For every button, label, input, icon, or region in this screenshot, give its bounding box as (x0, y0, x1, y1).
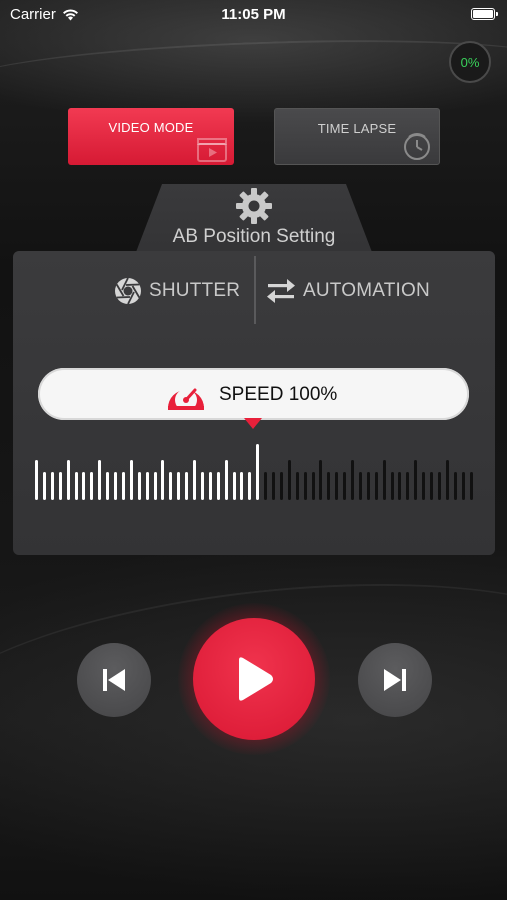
swap-arrows-icon (267, 279, 295, 303)
slider-tick (256, 444, 260, 500)
slider-tick (398, 472, 402, 500)
tab-shutter-label: SHUTTER (149, 280, 241, 301)
slider-tick (287, 460, 291, 500)
slider-tick (303, 472, 307, 500)
slider-tick (295, 472, 299, 500)
slider-tick (224, 460, 228, 500)
speed-readout: SPEED 100% (165, 378, 337, 412)
slider-tick (145, 472, 149, 500)
slider-tick (327, 472, 331, 500)
slider-tick (58, 472, 62, 500)
slider-tick (82, 472, 86, 500)
previous-button[interactable] (77, 643, 151, 717)
slider-tick (272, 472, 275, 500)
shutter-icon (115, 277, 141, 305)
slider-tick (445, 460, 449, 500)
time-lapse-button[interactable]: TIME LAPSE (274, 108, 440, 165)
slider-tick (437, 472, 441, 500)
slider-tick (343, 472, 347, 500)
skip-previous-icon (103, 669, 125, 691)
timer-icon (404, 133, 430, 160)
slider-tick (335, 472, 339, 500)
slider-tick (374, 472, 378, 500)
slider-tick (351, 460, 354, 500)
next-button[interactable] (358, 643, 432, 717)
speed-pointer-icon (244, 418, 262, 429)
slider-tick (137, 472, 141, 500)
slider-tick (469, 472, 473, 500)
slider-tick (414, 460, 418, 500)
slider-tick (358, 472, 362, 500)
slider-tick (264, 472, 268, 500)
slider-tick (74, 472, 78, 500)
slider-tick (114, 472, 117, 500)
video-mode-label: VIDEO MODE (108, 120, 194, 135)
ab-position-label: AB Position Setting (172, 226, 336, 247)
speed-label: SPEED 100% (219, 384, 338, 405)
slider-tick (121, 472, 125, 500)
video-clapper-icon (197, 138, 227, 162)
slider-tick (422, 472, 426, 500)
slider-tick (161, 460, 165, 500)
slider-tick (279, 472, 283, 500)
gear-icon[interactable] (234, 186, 274, 226)
clock: 11:05 PM (221, 6, 286, 23)
slider-tick (185, 472, 189, 500)
tab-divider (254, 256, 256, 324)
slider-tick (390, 472, 394, 500)
slider-tick (208, 472, 212, 500)
slider-tick (50, 472, 54, 500)
slider-tick (42, 472, 46, 500)
tab-automation[interactable]: AUTOMATION (265, 276, 430, 306)
slider-tick (169, 472, 173, 500)
play-icon (239, 657, 273, 701)
video-mode-button[interactable]: VIDEO MODE (68, 108, 234, 165)
slider-tick (177, 472, 181, 500)
play-button[interactable] (193, 618, 315, 740)
slider-tick (240, 472, 244, 500)
slider-tick (248, 472, 252, 500)
speedometer-icon (168, 388, 204, 411)
slider-tick (453, 472, 457, 500)
slider-tick (129, 460, 133, 500)
slider-tick (193, 460, 196, 500)
slider-tick (106, 472, 110, 500)
slider-tick (66, 460, 70, 500)
slider-tick (200, 472, 204, 500)
slider-tick (216, 472, 220, 500)
status-bar: Carrier 11:05 PM (0, 0, 507, 28)
time-lapse-label: TIME LAPSE (317, 121, 397, 136)
slider-tick (98, 460, 102, 500)
slider-tick (382, 460, 386, 500)
slider-tick (461, 472, 465, 500)
slider-tick (35, 460, 38, 500)
slider-tick (430, 472, 433, 500)
battery-icon (471, 8, 498, 20)
speed-slider[interactable] (0, 440, 507, 500)
skip-next-icon (384, 669, 406, 691)
progress-badge: 0% (449, 41, 491, 83)
tab-shutter[interactable]: SHUTTER (113, 276, 240, 306)
slider-tick (319, 460, 323, 500)
slider-tick (366, 472, 370, 500)
slider-tick (90, 472, 94, 500)
slider-tick (153, 472, 157, 500)
progress-percent: 0% (460, 54, 480, 70)
slider-tick (232, 472, 236, 500)
tab-automation-label: AUTOMATION (303, 280, 430, 301)
slider-tick (311, 472, 315, 500)
slider-tick (406, 472, 410, 500)
